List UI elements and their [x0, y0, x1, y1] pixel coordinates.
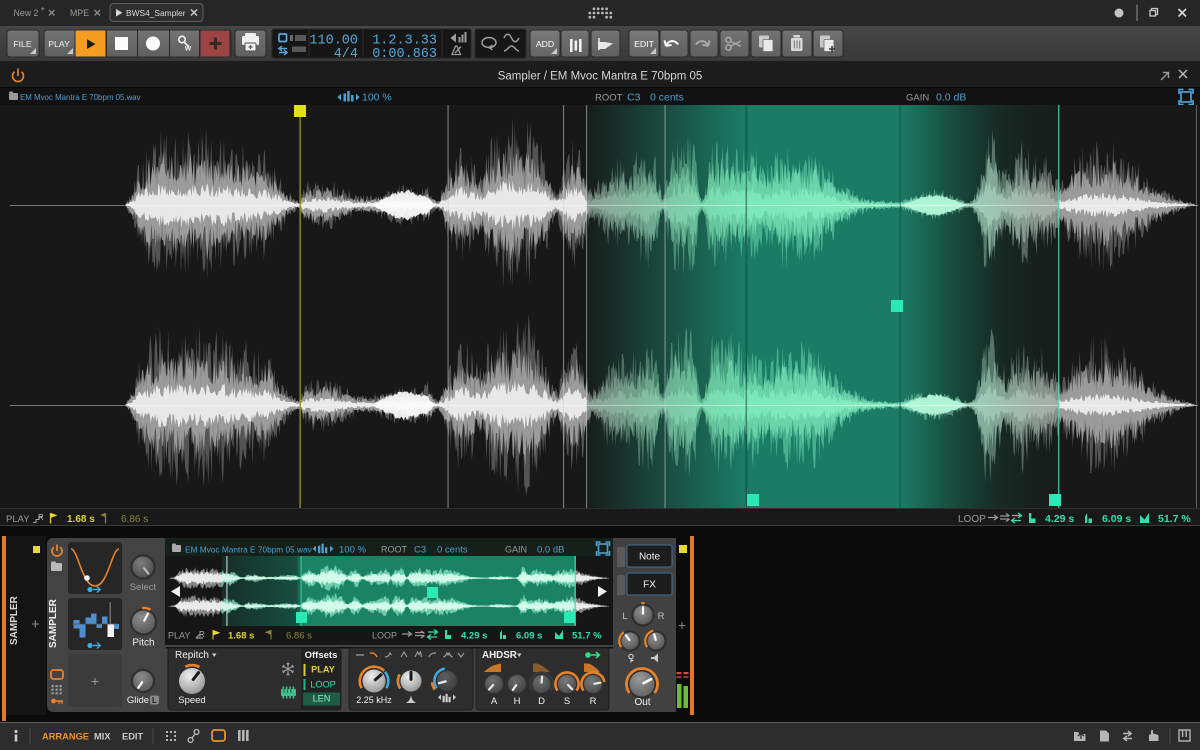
svg-text:51.7 %: 51.7 % [1158, 513, 1191, 525]
svg-text:+: + [91, 673, 99, 689]
svg-text:R: R [590, 696, 597, 707]
svg-text:4/4: 4/4 [334, 47, 358, 62]
svg-text:PLAY: PLAY [6, 514, 30, 525]
svg-text:ROOT: ROOT [381, 545, 408, 555]
svg-text:Speed: Speed [178, 695, 205, 706]
svg-text:AHDSR: AHDSR [482, 650, 517, 661]
svg-text:SAMPLER: SAMPLER [48, 598, 59, 648]
svg-text:PLAY: PLAY [168, 631, 190, 641]
svg-text:2.25 kHz: 2.25 kHz [356, 695, 392, 705]
svg-text:4.29 s: 4.29 s [1045, 513, 1074, 525]
svg-text:w: w [184, 44, 192, 53]
svg-text:PLAY: PLAY [311, 665, 335, 675]
svg-text:100 %: 100 % [362, 92, 392, 104]
svg-text:+: + [31, 616, 40, 633]
svg-text:FX: FX [643, 580, 656, 591]
svg-text:S: S [564, 696, 570, 707]
svg-text:D: D [538, 696, 545, 707]
svg-text:EDIT: EDIT [122, 732, 143, 742]
svg-text:C3: C3 [414, 545, 426, 556]
svg-text:PLAY: PLAY [48, 39, 70, 49]
svg-text:R: R [38, 513, 44, 522]
svg-text:Sampler / EM Mvoc Mantra E 70b: Sampler / EM Mvoc Mantra E 70bpm 05 [498, 71, 703, 83]
svg-text:C3: C3 [627, 92, 641, 104]
svg-text:Select: Select [130, 582, 157, 593]
svg-text:LOOP: LOOP [372, 631, 397, 641]
svg-text:Note: Note [639, 552, 661, 563]
svg-text:EM Mvoc Mantra E 70bpm 05.wav: EM Mvoc Mantra E 70bpm 05.wav [185, 545, 313, 555]
svg-text:0 cents: 0 cents [437, 545, 468, 556]
svg-text:H: H [514, 696, 521, 707]
svg-text:6.86 s: 6.86 s [286, 631, 312, 642]
svg-text:+: + [678, 617, 686, 633]
svg-text:6.09 s: 6.09 s [1102, 513, 1131, 525]
svg-text:EDIT: EDIT [634, 39, 654, 49]
svg-text:LEN: LEN [313, 694, 331, 704]
svg-text:1.68 s: 1.68 s [67, 514, 95, 525]
svg-text:SAMPLER: SAMPLER [9, 595, 20, 645]
svg-text:BWS4_Sampler: BWS4_Sampler [126, 8, 186, 18]
svg-text:R: R [658, 611, 665, 622]
svg-text:0.0 dB: 0.0 dB [537, 545, 564, 556]
svg-text:R: R [199, 630, 205, 639]
svg-text:0 cents: 0 cents [650, 92, 684, 104]
svg-text:MPE: MPE [70, 8, 89, 18]
svg-text:ARRANGE: ARRANGE [42, 732, 89, 742]
svg-text:FILE: FILE [13, 39, 32, 49]
svg-text:L: L [152, 696, 157, 705]
svg-text:100 %: 100 % [339, 545, 366, 556]
svg-text:GAIN: GAIN [906, 93, 929, 104]
svg-text:L: L [622, 611, 627, 622]
svg-text:Offsets: Offsets [305, 650, 338, 661]
svg-text:*: * [41, 6, 45, 16]
svg-text:LOOP: LOOP [310, 680, 336, 690]
svg-text:1.68 s: 1.68 s [228, 631, 254, 642]
svg-text:Repitch: Repitch [175, 650, 209, 661]
svg-text:LOOP: LOOP [958, 514, 986, 525]
svg-text:4.29 s: 4.29 s [461, 631, 487, 642]
svg-text:ADD: ADD [536, 39, 554, 49]
svg-text:6.86 s: 6.86 s [121, 514, 148, 525]
svg-text:GAIN: GAIN [505, 545, 527, 555]
svg-text:Glide: Glide [127, 695, 149, 706]
svg-text:New 2: New 2 [14, 8, 39, 18]
svg-text:51.7 %: 51.7 % [572, 631, 602, 642]
svg-text:A: A [491, 696, 498, 707]
svg-text:0.0 dB: 0.0 dB [936, 92, 966, 104]
svg-text:MIX: MIX [94, 732, 111, 742]
svg-text:Out: Out [634, 697, 650, 708]
svg-text:0:00.863: 0:00.863 [372, 47, 437, 62]
svg-text:Pitch: Pitch [132, 638, 154, 649]
svg-text:ROOT: ROOT [595, 93, 623, 104]
svg-text:6.09 s: 6.09 s [516, 631, 542, 642]
svg-text:EM Mvoc Mantra E 70bpm 05.wav: EM Mvoc Mantra E 70bpm 05.wav [20, 93, 141, 102]
